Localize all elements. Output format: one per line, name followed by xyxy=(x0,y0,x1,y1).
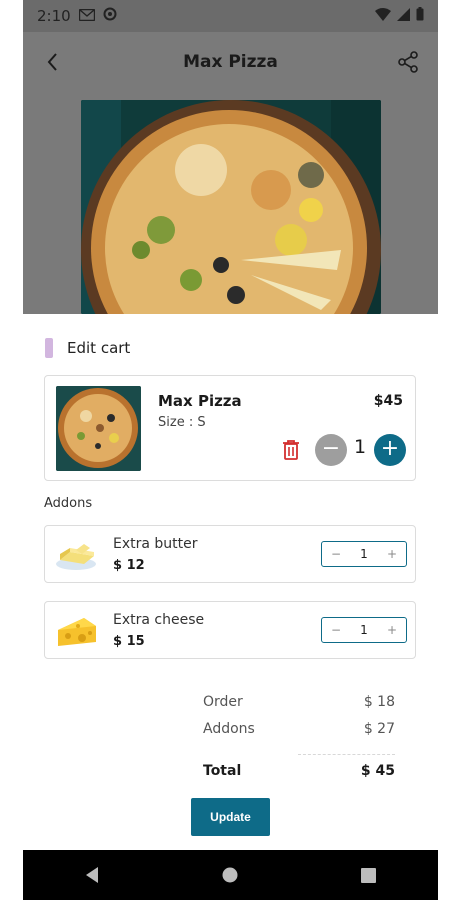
addon-increase-button[interactable]: + xyxy=(386,547,398,561)
summary-value: $ 27 xyxy=(363,721,395,737)
status-time: 2:10 xyxy=(37,7,71,25)
increase-quantity-button[interactable]: + xyxy=(374,434,406,466)
cheese-icon xyxy=(54,612,98,650)
summary-divider xyxy=(298,754,395,755)
summary-value: $ 45 xyxy=(360,763,395,779)
nav-recents-icon[interactable] xyxy=(359,865,379,885)
gmail-icon xyxy=(78,7,95,25)
addon-price: $ 12 xyxy=(113,558,145,573)
sheet-title: Edit cart xyxy=(67,339,131,357)
summary-row-total: Total $ 45 xyxy=(203,763,395,790)
battery-icon xyxy=(416,7,424,25)
pizza-image xyxy=(81,100,381,314)
summary-row-addons: Addons $ 27 xyxy=(203,721,395,748)
cart-item-card: Max Pizza Size : S $45 − 1 + xyxy=(44,375,416,481)
addon-name: Extra butter xyxy=(113,536,198,552)
addon-quantity-value: 1 xyxy=(360,547,368,561)
addons-heading: Addons xyxy=(44,496,93,511)
summary-row-order: Order $ 18 xyxy=(203,694,395,721)
summary-label: Addons xyxy=(203,721,255,737)
cart-item-size: Size : S xyxy=(158,415,206,430)
cart-item-name: Max Pizza xyxy=(158,392,242,410)
signal-icon xyxy=(397,7,410,25)
summary-label: Order xyxy=(203,694,243,710)
addon-quantity-stepper: − 1 + xyxy=(321,617,407,643)
addon-increase-button[interactable]: + xyxy=(386,623,398,637)
price-summary: Order $ 18 Addons $ 27 Total $ 45 xyxy=(203,694,395,790)
addon-name: Extra cheese xyxy=(113,612,205,628)
page-title: Max Pizza xyxy=(183,52,278,72)
product-header: Max Pizza xyxy=(23,32,438,314)
share-icon[interactable] xyxy=(396,50,420,74)
phone-screen: 2:10 Max Pizza Edit cart Max Pizza Size … xyxy=(23,0,438,900)
system-nav-bar xyxy=(23,850,438,900)
addon-quantity-value: 1 xyxy=(360,623,368,637)
cart-item-thumbnail xyxy=(56,386,141,471)
data-saver-icon xyxy=(103,7,117,25)
addon-quantity-stepper: − 1 + xyxy=(321,541,407,567)
nav-back-icon[interactable] xyxy=(82,865,102,885)
sheet-accent-bar xyxy=(45,338,53,358)
addon-price: $ 15 xyxy=(113,634,145,649)
addon-decrease-button[interactable]: − xyxy=(330,623,342,637)
delete-icon[interactable] xyxy=(281,439,301,461)
decrease-quantity-button[interactable]: − xyxy=(315,434,347,466)
addon-decrease-button[interactable]: − xyxy=(330,547,342,561)
butter-icon xyxy=(54,536,98,574)
back-arrow-icon[interactable] xyxy=(41,50,65,74)
edit-cart-sheet: Edit cart Max Pizza Size : S $45 − 1 + A… xyxy=(23,314,438,850)
header-bar: Max Pizza xyxy=(23,32,438,92)
sheet-header: Edit cart xyxy=(45,338,130,358)
addon-card-cheese: Extra cheese $ 15 − 1 + xyxy=(44,601,416,659)
update-button[interactable]: Update xyxy=(191,798,270,836)
cart-item-price: $45 xyxy=(373,393,403,409)
wifi-icon xyxy=(375,7,391,25)
summary-label: Total xyxy=(203,763,242,779)
summary-value: $ 18 xyxy=(363,694,395,710)
addon-card-butter: Extra butter $ 12 − 1 + xyxy=(44,525,416,583)
status-bar: 2:10 xyxy=(23,0,438,32)
quantity-value: 1 xyxy=(353,436,367,458)
nav-home-icon[interactable] xyxy=(220,865,240,885)
